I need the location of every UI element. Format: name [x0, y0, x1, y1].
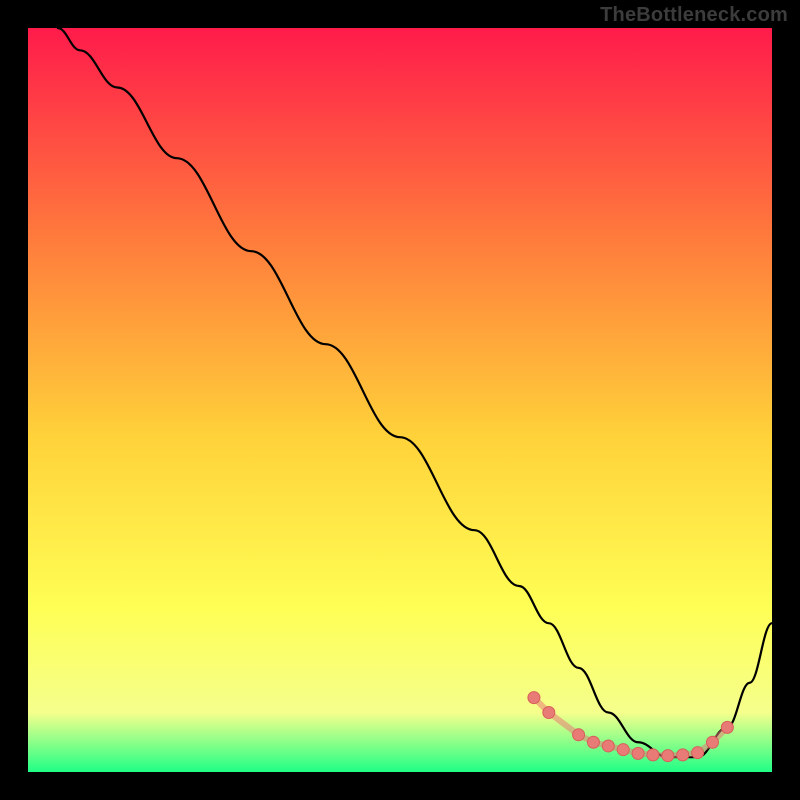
marker-point [602, 740, 614, 752]
marker-point [647, 749, 659, 761]
marker-point [573, 729, 585, 741]
marker-point [721, 721, 733, 733]
plot-area [28, 28, 772, 772]
marker-point [587, 736, 599, 748]
marker-point [617, 744, 629, 756]
marker-point [677, 749, 689, 761]
marker-point [632, 747, 644, 759]
marker-point [692, 747, 704, 759]
plot-svg [28, 28, 772, 772]
gradient-background [28, 28, 772, 772]
watermark-text: TheBottleneck.com [600, 4, 788, 27]
marker-point [528, 692, 540, 704]
marker-point [706, 736, 718, 748]
marker-point [543, 706, 555, 718]
chart-frame: TheBottleneck.com [0, 0, 800, 800]
marker-point [662, 750, 674, 762]
